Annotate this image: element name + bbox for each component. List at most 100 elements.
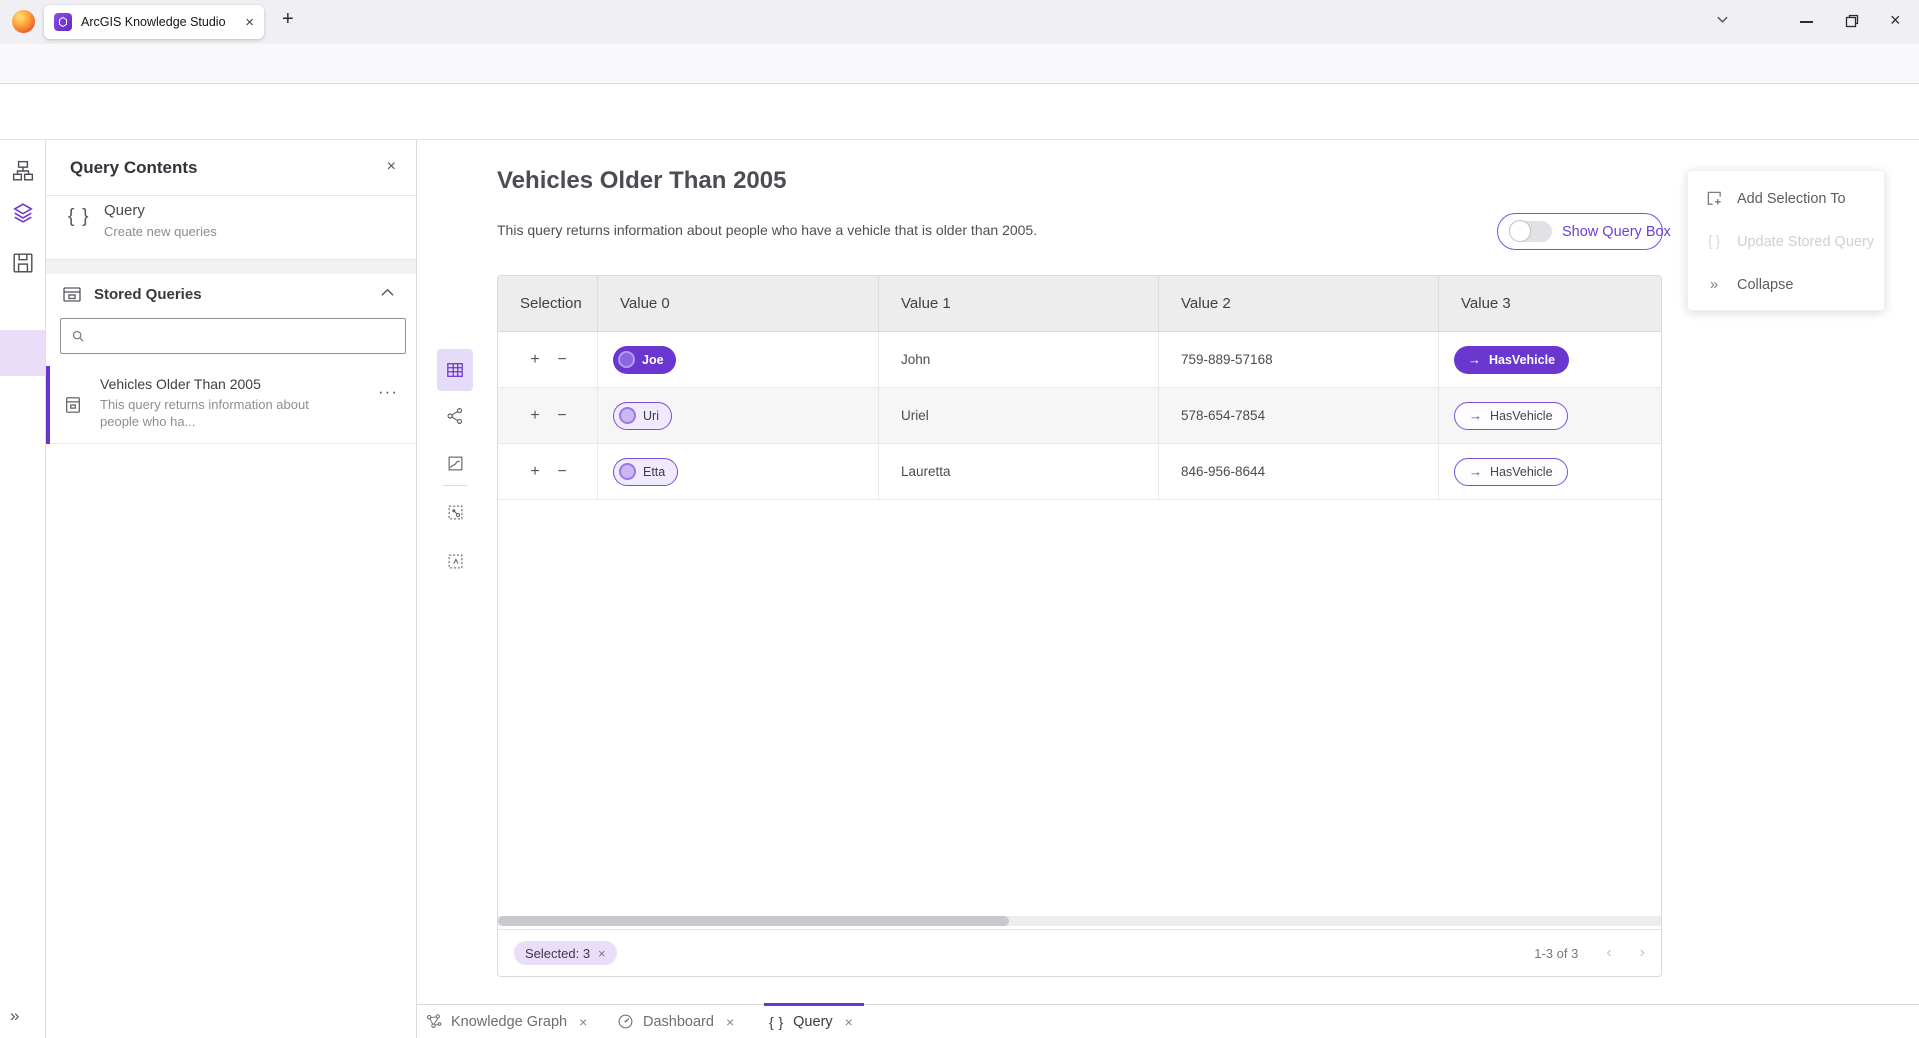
table-view-icon[interactable]	[437, 352, 473, 388]
menu-item-add-selection-to[interactable]: Add Selection To	[1688, 177, 1884, 220]
remove-from-selection-icon[interactable]: −	[555, 463, 569, 481]
panel-title: Query Contents	[70, 158, 198, 178]
remove-from-selection-icon[interactable]: −	[555, 407, 569, 425]
relationship-pill[interactable]: →HasVehicle	[1454, 458, 1568, 486]
column-header: Value 3	[1439, 276, 1661, 331]
search-icon	[71, 329, 85, 343]
entity-pill[interactable]: Uri	[613, 402, 672, 430]
clear-selection-icon[interactable]: ×	[598, 946, 606, 961]
cell-value: Uriel	[879, 388, 1159, 443]
stored-query-doc-icon	[64, 396, 82, 414]
knowledge-graph-icon	[425, 1013, 442, 1030]
data-model-icon[interactable]	[12, 160, 34, 182]
chevrons-right-icon: »	[1704, 277, 1724, 293]
scrollbar-thumb[interactable]	[498, 916, 1009, 926]
query-item-subtitle: Create new queries	[104, 224, 217, 239]
close-window-icon[interactable]: ×	[1890, 10, 1901, 31]
show-query-box-toggle[interactable]: Show Query Box	[1497, 213, 1663, 250]
left-icon-rail	[0, 140, 46, 1038]
stored-query-list-item[interactable]: Vehicles Older Than 2005 This query retu…	[46, 366, 416, 444]
browser-tab-title: ArcGIS Knowledge Studio	[81, 15, 237, 29]
add-to-selection-icon[interactable]: +	[528, 463, 542, 481]
map-icon[interactable]	[437, 445, 473, 481]
toggle-track[interactable]	[1510, 221, 1552, 242]
table-row[interactable]: +− Joe John 759-889-57168 →HasVehicle	[498, 332, 1661, 388]
select-on-link-chart-icon[interactable]	[437, 494, 473, 530]
select-area-icon[interactable]	[437, 543, 473, 579]
next-page-icon[interactable]: ›	[1640, 944, 1645, 962]
query-item-title[interactable]: Query	[104, 202, 145, 219]
entity-dot-icon	[619, 463, 636, 480]
section-gap	[46, 260, 416, 274]
page-title: Vehicles Older Than 2005	[497, 167, 786, 195]
menu-item-collapse[interactable]: » Collapse	[1688, 263, 1884, 306]
table-row[interactable]: +− Etta Lauretta 846-956-8644 →HasVehicl…	[498, 444, 1661, 500]
selection-menu: Add Selection To { } Update Stored Query…	[1687, 170, 1885, 311]
entity-pill[interactable]: Joe	[613, 346, 676, 374]
panel-close-icon[interactable]: ×	[387, 158, 396, 176]
restore-window-icon[interactable]	[1845, 14, 1859, 28]
relationship-pill[interactable]: →HasVehicle	[1454, 346, 1569, 374]
list-tabs-icon[interactable]	[1716, 13, 1729, 26]
show-query-box-label: Show Query Box	[1562, 224, 1671, 240]
query-contents-panel: Query Contents × { } Query Create new qu…	[46, 140, 417, 1038]
selected-indicator-bar	[46, 366, 50, 444]
arrow-right-icon: →	[1468, 352, 1481, 367]
entity-pill[interactable]: Etta	[613, 458, 678, 486]
page-description: This query returns information about peo…	[497, 222, 1037, 238]
layers-icon[interactable]	[12, 202, 34, 224]
table-row[interactable]: +− Uri Uriel 578-654-7854 →HasVehicle	[498, 388, 1661, 444]
add-to-selection-icon[interactable]: +	[528, 351, 542, 369]
add-selection-icon	[1704, 190, 1724, 207]
cell-value: 759-889-57168	[1159, 332, 1439, 387]
column-header: Value 0	[598, 276, 879, 331]
relationship-pill[interactable]: →HasVehicle	[1454, 402, 1568, 430]
braces-icon: { }	[68, 206, 91, 228]
prev-page-icon[interactable]: ‹	[1606, 944, 1611, 962]
expand-rail-icon[interactable]: »	[10, 1006, 19, 1026]
cell-value: 578-654-7854	[1159, 388, 1439, 443]
table-footer: Selected: 3 × 1-3 of 3 ‹ ›	[498, 929, 1661, 976]
divider	[443, 485, 467, 486]
horizontal-scrollbar[interactable]	[498, 916, 1661, 926]
entity-dot-icon	[618, 351, 635, 368]
minimize-icon[interactable]	[1800, 21, 1813, 23]
rail-selected-highlight	[0, 330, 45, 376]
toggle-knob[interactable]	[1509, 220, 1531, 242]
selected-count-chip: Selected: 3 ×	[514, 941, 617, 965]
cell-value: John	[879, 332, 1159, 387]
link-chart-icon[interactable]	[437, 398, 473, 434]
menu-item-update-stored-query: { } Update Stored Query	[1688, 220, 1884, 263]
firefox-icon	[12, 10, 35, 33]
tab-dashboard[interactable]: Dashboard ×	[617, 1005, 734, 1038]
divider	[46, 195, 416, 196]
tab-close-icon[interactable]: ×	[845, 1014, 853, 1030]
braces-icon: { }	[1704, 234, 1724, 250]
arrow-right-icon: →	[1469, 408, 1482, 423]
tab-close-icon[interactable]: ×	[726, 1014, 734, 1030]
save-icon[interactable]	[12, 252, 34, 274]
stored-query-description: This query returns information about peo…	[100, 396, 312, 430]
browser-tab-active[interactable]: ArcGIS Knowledge Studio ×	[44, 5, 264, 39]
new-tab-icon[interactable]: +	[282, 8, 294, 31]
column-header: Value 2	[1159, 276, 1439, 331]
active-tab-indicator	[764, 1003, 864, 1006]
column-header: Value 1	[879, 276, 1159, 331]
dashboard-gauge-icon	[617, 1013, 634, 1030]
browser-toolbar: ← → https://dev0028833.esri.com/portal/a…	[0, 44, 1919, 84]
add-to-selection-icon[interactable]: +	[528, 407, 542, 425]
stored-queries-title: Stored Queries	[94, 286, 202, 303]
stored-query-title: Vehicles Older Than 2005	[100, 376, 261, 392]
stored-queries-search-input[interactable]	[60, 318, 406, 354]
tab-close-icon[interactable]: ×	[579, 1014, 587, 1030]
remove-from-selection-icon[interactable]: −	[555, 351, 569, 369]
chevron-up-icon[interactable]	[381, 288, 394, 297]
browser-tab-bar: ArcGIS Knowledge Studio × + ×	[0, 0, 1919, 44]
cell-value: Lauretta	[879, 444, 1159, 499]
arrow-right-icon: →	[1469, 464, 1482, 479]
tab-knowledge-graph[interactable]: Knowledge Graph ×	[425, 1005, 587, 1038]
tab-close-icon[interactable]: ×	[245, 14, 254, 31]
tab-query[interactable]: { } Query ×	[769, 1005, 853, 1038]
browser-window: ArcGIS Knowledge Studio × + × ← → https:…	[0, 0, 1919, 1038]
item-options-ellipsis-icon[interactable]: ···	[378, 382, 398, 402]
